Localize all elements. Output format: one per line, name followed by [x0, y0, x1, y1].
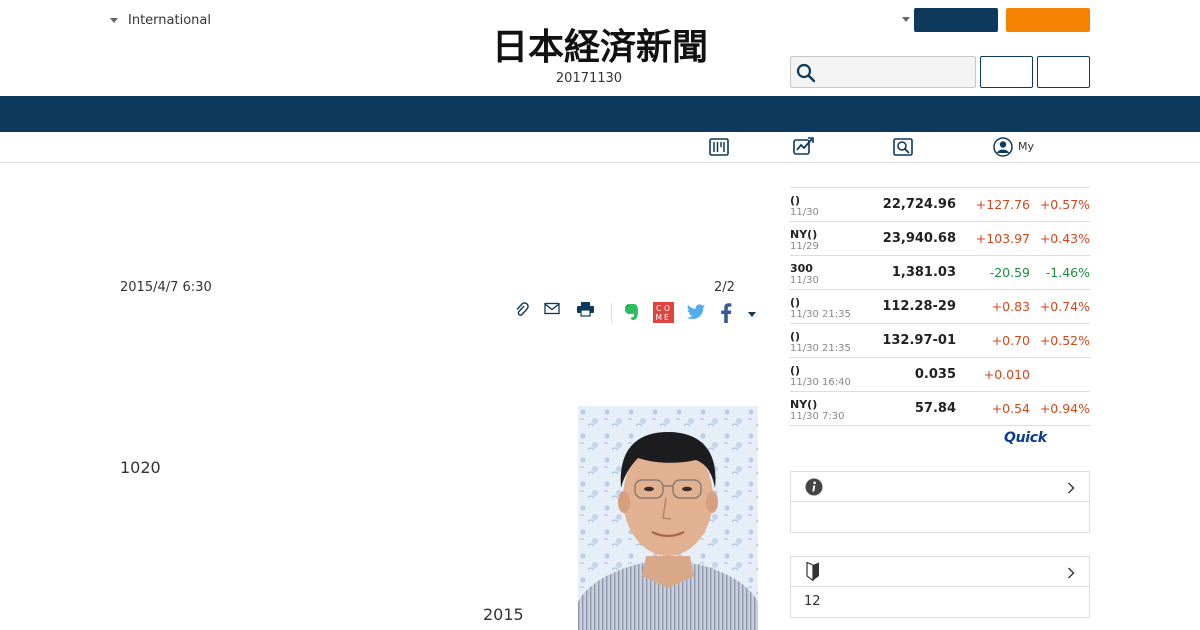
market-row[interactable]: () 11/30 16:40 0.035 +0.010 [790, 358, 1090, 392]
user-icon[interactable] [993, 137, 1013, 161]
edition-label: International [128, 12, 211, 28]
come-icon[interactable]: C O M E [653, 302, 674, 327]
article-text-1: 1020 [120, 458, 161, 477]
article-photo [578, 406, 758, 630]
svg-text:M: M [656, 313, 662, 322]
market-date: 11/30 21:35 [790, 343, 851, 354]
quick-logo[interactable]: Quick [1004, 430, 1047, 446]
market-percent: -1.46% [1045, 265, 1090, 280]
mail-icon[interactable] [544, 302, 560, 320]
market-change: +0.010 [983, 367, 1030, 382]
market-name: NY() [790, 228, 818, 241]
main-nav-bar [0, 96, 1200, 132]
market-name: () [790, 296, 801, 309]
svg-text:日本経済新聞: 日本経済新聞 [492, 26, 708, 66]
svg-text:O: O [664, 304, 670, 313]
newspaper-icon[interactable] [709, 138, 729, 160]
market-value: 112.28-29 [882, 299, 956, 314]
info-box [790, 471, 1090, 533]
market-change: +0.54 [991, 401, 1030, 416]
sub-nav: My [0, 132, 1200, 163]
market-row[interactable]: () 11/30 22,724.96 +127.76 +0.57% [790, 188, 1090, 222]
market-row[interactable]: () 11/30 21:35 132.97-01 +0.70 +0.52% [790, 324, 1090, 358]
market-name: () [790, 330, 801, 343]
market-percent: +0.74% [1039, 299, 1090, 314]
market-value: 0.035 [914, 367, 956, 382]
caret-down-icon [110, 17, 118, 23]
chart-icon[interactable] [793, 136, 815, 160]
market-name: NY() [790, 398, 818, 411]
market-percent: +0.52% [1039, 333, 1090, 348]
beginner-box: 12 [790, 556, 1090, 618]
market-table: () 11/30 22,724.96 +127.76 +0.57% NY() 1… [790, 187, 1090, 426]
beginner-box-body: 12 [791, 587, 1089, 617]
market-value: 57.84 [914, 401, 956, 416]
info-box-header[interactable] [791, 472, 1089, 502]
evernote-icon[interactable] [622, 302, 640, 326]
info-box-body [791, 502, 1089, 532]
beginner-mark-icon [806, 561, 820, 585]
search-input[interactable] [821, 61, 971, 85]
market-change: +103.97 [975, 231, 1030, 246]
edition-selector[interactable]: International [110, 11, 211, 29]
market-change: -20.59 [989, 265, 1030, 280]
market-date: 11/30 21:35 [790, 309, 851, 320]
market-value: 23,940.68 [882, 231, 956, 246]
share-divider [611, 303, 612, 323]
market-date: 11/30 [790, 275, 819, 286]
info-icon [805, 478, 823, 500]
clip-icon[interactable] [514, 302, 530, 322]
market-date: 11/30 16:40 [790, 377, 851, 388]
print-icon[interactable] [576, 301, 595, 321]
market-percent: +0.57% [1039, 197, 1090, 212]
market-row[interactable]: NY() 11/29 23,940.68 +103.97 +0.43% [790, 222, 1090, 256]
facebook-icon[interactable] [720, 303, 732, 327]
market-name: 300 [790, 262, 813, 275]
twitter-icon[interactable] [686, 304, 706, 325]
market-row[interactable]: 300 11/30 1,381.03 -20.59 -1.46% [790, 256, 1090, 290]
article-text-2: 2015 [483, 605, 524, 624]
header-button-1[interactable] [980, 56, 1033, 88]
edition-date: 20171130 [555, 71, 623, 86]
market-date: 11/29 [790, 241, 819, 252]
market-value: 22,724.96 [882, 197, 956, 212]
market-change: +0.83 [991, 299, 1030, 314]
market-percent: +0.94% [1039, 401, 1090, 416]
search-square-icon[interactable] [893, 138, 913, 160]
logo-image: 日本経済新聞 [492, 26, 708, 68]
chevron-right-icon[interactable] [1067, 482, 1075, 498]
market-change: +0.70 [991, 333, 1030, 348]
market-change: +127.76 [975, 197, 1030, 212]
beginner-count: 12 [804, 594, 821, 609]
search-box[interactable] [790, 56, 976, 88]
chevron-right-icon[interactable] [1067, 567, 1075, 583]
market-percent: +0.43% [1039, 231, 1090, 246]
nikkei-logo[interactable]: 日本経済新聞 [452, 26, 748, 68]
my-label[interactable]: My [1018, 140, 1034, 153]
market-date: 11/30 [790, 207, 819, 218]
market-value: 132.97-01 [882, 333, 956, 348]
svg-text:E: E [664, 313, 669, 322]
market-name: () [790, 194, 801, 207]
market-row[interactable]: NY() 11/30 7:30 57.84 +0.54 +0.94% [790, 392, 1090, 426]
svg-text:C: C [656, 304, 661, 313]
article-date: 2015/4/7 6:30 [120, 280, 212, 295]
beginner-box-header[interactable] [791, 557, 1089, 587]
market-value: 1,381.03 [891, 265, 956, 280]
share-more-caret-icon[interactable] [748, 312, 756, 317]
search-icon[interactable] [796, 63, 816, 83]
market-name: () [790, 364, 801, 377]
market-date: 11/30 7:30 [790, 411, 845, 422]
article-page-indicator: 2/2 [714, 280, 735, 295]
login-button[interactable] [914, 8, 998, 32]
market-row[interactable]: () 11/30 21:35 112.28-29 +0.83 +0.74% [790, 290, 1090, 324]
header-button-2[interactable] [1037, 56, 1090, 88]
caret-down-icon[interactable] [902, 17, 910, 22]
subscribe-button[interactable] [1006, 8, 1090, 32]
